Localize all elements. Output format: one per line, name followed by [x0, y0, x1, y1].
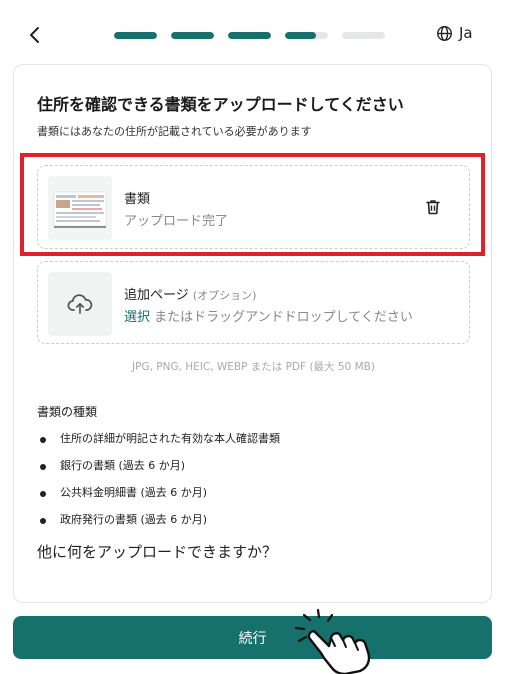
document-types-list: 住所の詳細が明記された有効な本人確認書類 銀行の書類 (過去 6 か月) 公共料…: [37, 431, 280, 539]
document-thumbnail: [48, 176, 112, 240]
bullet-icon: [40, 518, 46, 524]
list-item: 政府発行の書類 (過去 6 か月): [37, 512, 280, 539]
progress-segment-fill: [114, 32, 157, 39]
progress-indicator: [114, 32, 385, 39]
progress-segment: [114, 32, 157, 39]
list-item-text: 銀行の書類 (過去 6 か月): [60, 459, 186, 472]
list-item-text: 公共料金明細書 (過去 6 か月): [60, 486, 208, 499]
progress-segment: [342, 32, 385, 39]
add-page-dropzone[interactable]: 追加ページ (オプション) 選択 またはドラッグアンドドロップしてください: [37, 261, 470, 344]
list-item-text: 政府発行の書類 (過去 6 か月): [60, 513, 208, 526]
bullet-icon: [40, 437, 46, 443]
progress-segment-fill: [285, 32, 316, 39]
accepted-formats: JPG, PNG, HEIC, WEBP または PDF (最大 50 MB): [132, 361, 375, 373]
list-item-text: 住所の詳細が明記された有効な本人確認書類: [60, 432, 280, 445]
continue-label: 続行: [238, 630, 267, 647]
additional-page-title: 追加ページ (オプション): [124, 284, 256, 303]
additional-page-label: 追加ページ: [124, 288, 189, 303]
drag-drop-text: またはドラッグアンドドロップしてください: [150, 310, 413, 325]
list-item: 銀行の書類 (過去 6 か月): [37, 458, 280, 485]
page-title: 住所を確認できる書類をアップロードしてください: [37, 95, 404, 114]
language-label: Ja: [459, 24, 473, 42]
bullet-icon: [40, 491, 46, 497]
trash-icon: [426, 200, 440, 215]
list-item: 住所の詳細が明記された有効な本人確認書類: [37, 431, 280, 458]
document-types-heading: 書類の種類: [37, 405, 98, 419]
upload-tile: [48, 272, 112, 336]
upload-status: アップロード完了: [124, 214, 229, 229]
list-item: 公共料金明細書 (過去 6 か月): [37, 485, 280, 512]
progress-segment-fill: [228, 32, 271, 39]
page-subtitle: 書類にはあなたの住所が記載されている必要があります: [37, 125, 312, 138]
uploaded-file-item: 書類 アップロード完了: [37, 165, 470, 249]
bullet-icon: [40, 464, 46, 470]
chevron-left-icon: [30, 27, 39, 43]
progress-segment-fill: [171, 32, 214, 39]
upload-card: 住所を確認できる書類をアップロードしてください 書類にはあなたの住所が記載されて…: [13, 64, 492, 603]
progress-segment: [285, 32, 328, 39]
progress-segment: [171, 32, 214, 39]
dropzone-instructions: 選択 またはドラッグアンドドロップしてください: [124, 306, 413, 325]
cloud-upload-icon: [67, 294, 93, 314]
top-bar: Ja: [0, 0, 508, 64]
file-name: 書類: [124, 192, 151, 207]
language-selector[interactable]: Ja: [436, 24, 473, 42]
continue-button[interactable]: 続行: [13, 616, 492, 659]
delete-file-button[interactable]: [424, 198, 442, 216]
globe-icon: [437, 25, 452, 41]
select-file-link[interactable]: 選択: [124, 310, 150, 325]
what-else-question[interactable]: 他に何をアップロードできますか？: [37, 541, 277, 562]
optional-label: (オプション): [192, 289, 257, 302]
progress-segment: [228, 32, 271, 39]
back-button[interactable]: [22, 22, 48, 48]
